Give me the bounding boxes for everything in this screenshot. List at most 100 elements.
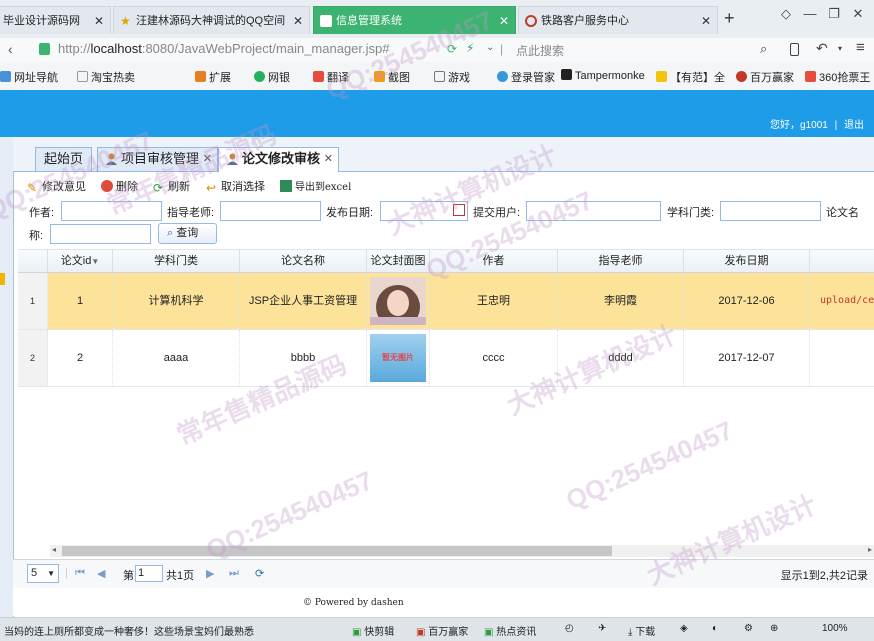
status-item[interactable]: ▣ 快剪辑: [352, 623, 394, 638]
prev-page-icon[interactable]: ◀: [97, 567, 105, 580]
table-row[interactable]: 2 2 aaaa bbbb 暂无图片 cccc dddd 2017-12-07: [18, 330, 874, 387]
refresh-button[interactable]: ⟳ 刷新: [153, 178, 190, 194]
page-size-select[interactable]: 5 ▼: [27, 564, 59, 583]
bookmark-item[interactable]: 登录管家: [497, 69, 555, 85]
bookmark-item[interactable]: 淘宝热卖: [77, 69, 135, 85]
status-item[interactable]: ⤓ 下载: [628, 623, 655, 638]
column-header-author[interactable]: 作者: [430, 250, 558, 272]
no-image-placeholder: 暂无图片: [370, 334, 426, 382]
table-row[interactable]: 1 1 计算机科学 JSP企业人事工资管理 王忠明 李明霞 2017-12-06…: [18, 273, 874, 330]
last-page-icon[interactable]: ⏭: [229, 567, 239, 580]
logout-link[interactable]: 退出: [844, 120, 864, 131]
tab-home[interactable]: 起始页: [35, 147, 93, 171]
status-item[interactable]: ▣ 百万赢家: [416, 623, 468, 638]
new-tab-button[interactable]: +: [724, 8, 735, 29]
undo-icon[interactable]: ↶: [816, 40, 828, 57]
pin-icon[interactable]: ✈: [598, 623, 606, 634]
minimize-icon[interactable]: —: [798, 6, 822, 21]
column-header-category[interactable]: 学科门类: [113, 250, 240, 272]
query-button[interactable]: ⌕ 查询: [158, 223, 217, 244]
login-icon: [497, 71, 508, 82]
bookmark-item[interactable]: 【有范】全: [656, 69, 725, 85]
close-icon[interactable]: ✕: [293, 7, 303, 34]
url-prefix: http://: [58, 41, 91, 56]
cell-teacher: dddd: [558, 330, 684, 386]
scroll-right-icon[interactable]: ▸: [868, 545, 872, 554]
tab-paper-review[interactable]: 论文修改审核 ✕: [218, 147, 340, 172]
tools-icon[interactable]: ⚙: [744, 623, 753, 634]
bookmark-item[interactable]: 游戏: [434, 69, 470, 85]
bookmark-item[interactable]: 截图: [374, 69, 410, 85]
shield-icon[interactable]: ◈: [680, 623, 688, 634]
author-input[interactable]: [61, 201, 162, 221]
news-ticker[interactable]: 当妈的连上厕所都变成一种奢侈！这些场景宝妈们最熟悉: [4, 623, 254, 638]
horizontal-scrollbar[interactable]: ◂ ▸: [50, 545, 874, 557]
bookmark-item[interactable]: 网址导航: [0, 69, 58, 85]
browser-tab-4[interactable]: 铁路客户服务中心 ✕: [518, 6, 718, 34]
edit-opinion-button[interactable]: ✎ 修改意见: [27, 178, 86, 194]
bookmark-item[interactable]: 网银: [254, 69, 290, 85]
refresh-icon[interactable]: ⟳: [255, 567, 264, 580]
scroll-left-icon[interactable]: ◂: [52, 545, 56, 554]
speed-icon[interactable]: ◴: [565, 623, 574, 634]
bank-icon: [254, 71, 265, 82]
page-number-input[interactable]: 1: [135, 565, 163, 582]
game-icon: [434, 71, 445, 82]
search-icon[interactable]: ⌕: [760, 41, 767, 57]
reload-icon[interactable]: ⟳: [447, 42, 457, 56]
cell-file-link[interactable]: [810, 330, 874, 386]
scrollbar-thumb[interactable]: [62, 546, 612, 556]
column-header-teacher[interactable]: 指导老师: [558, 250, 684, 272]
close-icon[interactable]: ✕: [324, 148, 333, 170]
export-excel-button[interactable]: 导出到excel: [280, 178, 351, 193]
zoom-icon[interactable]: ⊕: [770, 623, 778, 634]
left-panel-collapsed[interactable]: [0, 137, 14, 617]
lightning-icon[interactable]: ⚡: [466, 41, 474, 55]
volume-icon[interactable]: ◐: [712, 623, 718, 634]
cell-file-link[interactable]: upload/ce: [810, 273, 874, 329]
chevron-down-icon[interactable]: ▾: [838, 44, 842, 53]
zoom-level[interactable]: 100%: [822, 623, 848, 634]
close-icon[interactable]: ✕: [499, 7, 509, 34]
category-input[interactable]: [720, 201, 821, 221]
title-label: 论文名: [826, 207, 859, 219]
user-input[interactable]: [526, 201, 661, 221]
column-header-extra[interactable]: [810, 250, 874, 272]
bookmark-item[interactable]: 360抢票王: [805, 69, 870, 85]
close-window-icon[interactable]: ✕: [846, 6, 870, 22]
menu-icon[interactable]: ≡: [856, 39, 865, 56]
column-header-date[interactable]: 发布日期: [684, 250, 810, 272]
next-page-icon[interactable]: ▶: [206, 567, 214, 580]
browser-tab-3[interactable]: 信息管理系统 ✕: [313, 6, 516, 34]
first-page-icon[interactable]: ⏮: [75, 567, 85, 580]
divider: |: [500, 42, 504, 56]
chevron-down-icon[interactable]: ⌄: [486, 42, 494, 53]
bookmark-item[interactable]: 翻译: [313, 69, 349, 85]
bookmark-item[interactable]: Tampermonke: [561, 69, 645, 82]
status-item[interactable]: ▣ 热点资讯: [484, 623, 536, 638]
calendar-icon[interactable]: [453, 204, 465, 216]
back-icon[interactable]: ‹: [8, 41, 13, 57]
column-header-cover[interactable]: 论文封面图: [367, 250, 430, 272]
close-icon[interactable]: ✕: [94, 7, 104, 34]
bookmark-item[interactable]: 百万赢家: [736, 69, 794, 85]
restore-icon[interactable]: ❐: [822, 6, 846, 22]
close-icon[interactable]: ✕: [203, 148, 212, 170]
bookmark-item[interactable]: 扩展: [195, 69, 231, 85]
date-input[interactable]: [380, 201, 468, 221]
phone-icon[interactable]: [790, 43, 799, 56]
delete-button[interactable]: 删除: [101, 178, 138, 194]
browser-tab-1[interactable]: 毕业设计源码网 ✕: [0, 6, 111, 34]
teacher-input[interactable]: [220, 201, 321, 221]
tab-project-review[interactable]: 项目审核管理 ✕: [97, 147, 219, 171]
column-header-id[interactable]: 论文id▼: [48, 250, 113, 272]
search-field[interactable]: 点此搜索: [516, 42, 564, 59]
column-header-title[interactable]: 论文名称: [240, 250, 367, 272]
close-icon[interactable]: ✕: [701, 7, 711, 34]
skin-icon[interactable]: ◇: [774, 6, 798, 22]
cancel-select-button[interactable]: ↩ 取消选择: [206, 178, 265, 194]
star-icon: ★: [120, 14, 131, 29]
url-field[interactable]: http://localhost:8080/JavaWebProject/mai…: [58, 41, 389, 56]
title-input[interactable]: [50, 224, 151, 244]
browser-tab-2[interactable]: ★ 汪建林源码大神调试的QQ空间 ✕: [113, 6, 310, 34]
